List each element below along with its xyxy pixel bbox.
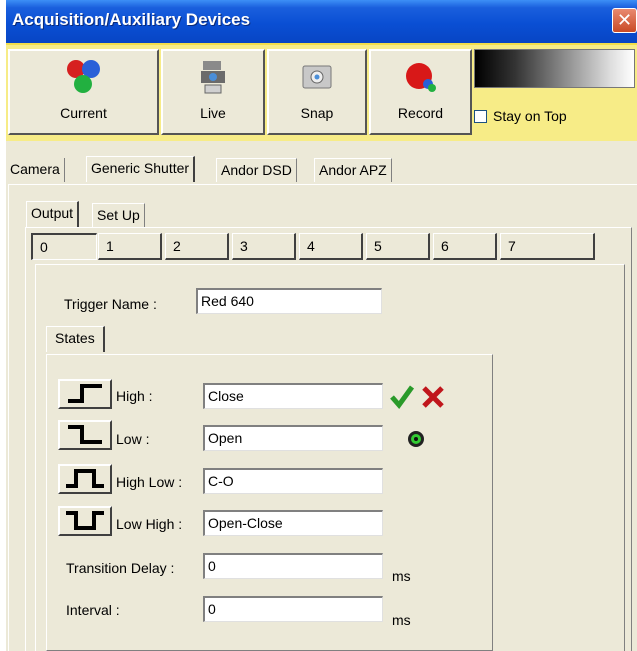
record-label: Record — [397, 105, 444, 121]
live-button[interactable]: Live — [161, 49, 265, 135]
interval-label: Interval : — [66, 602, 120, 618]
interval-field[interactable]: 0 — [203, 596, 383, 622]
tab-output-label: Output — [31, 205, 74, 221]
channel-button-6[interactable]: 6 — [433, 233, 497, 260]
trigger-name-label: Trigger Name : — [64, 296, 157, 312]
stay-on-top-label: Stay on Top — [493, 108, 567, 124]
live-camera-icon — [201, 61, 225, 94]
live-label: Live — [200, 105, 226, 121]
low-signal-button[interactable] — [58, 420, 112, 450]
transition-delay-label: Transition Delay : — [66, 560, 175, 576]
dialog-window: Acquisition/Auxiliary Devices ✕ Current … — [6, 0, 637, 651]
tab-output[interactable]: Output — [26, 201, 80, 227]
channel-label: 2 — [173, 238, 181, 254]
record-icon — [405, 63, 436, 92]
transition-delay-field[interactable]: 0 — [203, 553, 383, 579]
channel-label: 5 — [374, 238, 382, 254]
transition-delay-unit: ms — [392, 568, 411, 584]
low-high-value-field[interactable]: Open-Close — [203, 510, 383, 536]
tab-camera-label: Camera — [10, 161, 60, 177]
tab-states-label: States — [55, 330, 95, 346]
tab-andor-apz-label: Andor APZ — [319, 162, 387, 178]
snap-label: Snap — [300, 105, 334, 121]
channel-label: 1 — [106, 238, 114, 254]
rising-edge-icon — [68, 384, 102, 403]
states-tabstrip: States — [46, 326, 146, 354]
low-label: Low : — [116, 431, 150, 447]
channel-label: 0 — [40, 239, 48, 255]
checkbox-box[interactable] — [474, 110, 487, 123]
high-low-value-field[interactable]: C-O — [203, 468, 383, 494]
stay-on-top-checkbox[interactable]: Stay on Top — [474, 108, 567, 124]
low-high-signal-button[interactable] — [58, 506, 112, 536]
close-icon: ✕ — [616, 10, 633, 30]
close-button[interactable]: ✕ — [612, 8, 637, 33]
window-title: Acquisition/Auxiliary Devices — [12, 10, 251, 29]
tab-andor-apz[interactable]: Andor APZ — [314, 158, 392, 182]
low-high-label: Low High : — [116, 516, 183, 532]
interval-unit: ms — [392, 612, 411, 628]
tab-generic-shutter-label: Generic Shutter — [91, 160, 190, 176]
pulse-high-icon — [66, 469, 104, 488]
channel-button-3[interactable]: 3 — [232, 233, 296, 260]
channel-button-4[interactable]: 4 — [299, 233, 363, 260]
intensity-gradient-bar — [474, 49, 635, 88]
pulse-low-icon — [66, 511, 104, 530]
tab-camera[interactable]: Camera — [6, 158, 65, 182]
current-label: Current — [60, 105, 107, 121]
tab-set-up-label: Set Up — [97, 207, 140, 223]
channel-label: 6 — [441, 238, 449, 254]
record-button[interactable]: Record — [369, 49, 472, 135]
channel-label: 7 — [508, 238, 516, 254]
current-icon — [66, 60, 100, 93]
title-bar[interactable]: Acquisition/Auxiliary Devices ✕ — [6, 0, 637, 43]
tab-states[interactable]: States — [46, 326, 105, 352]
snap-camera-icon — [302, 65, 332, 89]
high-value-field[interactable]: Close — [203, 383, 383, 409]
device-tabstrip: Camera Generic Shutter Andor DSD Andor A… — [6, 156, 637, 184]
high-label: High : — [116, 388, 153, 404]
low-value-field[interactable]: Open — [203, 425, 383, 451]
channel-selector: 0 1 2 3 4 5 6 7 — [31, 233, 595, 261]
high-low-label: High Low : — [116, 474, 183, 490]
accept-check-icon[interactable] — [388, 383, 416, 411]
channel-label: 3 — [240, 238, 248, 254]
output-tabstrip: Output Set Up — [26, 201, 326, 227]
reject-x-icon[interactable] — [420, 384, 446, 410]
channel-button-2[interactable]: 2 — [165, 233, 229, 260]
channel-label: 4 — [307, 238, 315, 254]
trigger-name-field[interactable]: Red 640 — [196, 288, 382, 314]
tab-andor-dsd[interactable]: Andor DSD — [216, 158, 297, 182]
high-signal-button[interactable] — [58, 379, 112, 409]
snap-button[interactable]: Snap — [267, 49, 367, 135]
channel-button-1[interactable]: 1 — [98, 233, 162, 260]
toolbar: Current Live Snap Record Stay on Top — [6, 43, 637, 141]
tab-generic-shutter[interactable]: Generic Shutter — [86, 156, 196, 182]
tab-set-up[interactable]: Set Up — [92, 203, 145, 227]
channel-button-0[interactable]: 0 — [31, 233, 97, 260]
high-low-signal-button[interactable] — [58, 464, 112, 494]
current-button[interactable]: Current — [8, 49, 159, 135]
status-led-icon — [408, 431, 424, 447]
channel-button-7[interactable]: 7 — [500, 233, 595, 260]
channel-button-5[interactable]: 5 — [366, 233, 430, 260]
tab-andor-dsd-label: Andor DSD — [221, 162, 292, 178]
falling-edge-icon — [68, 425, 102, 444]
